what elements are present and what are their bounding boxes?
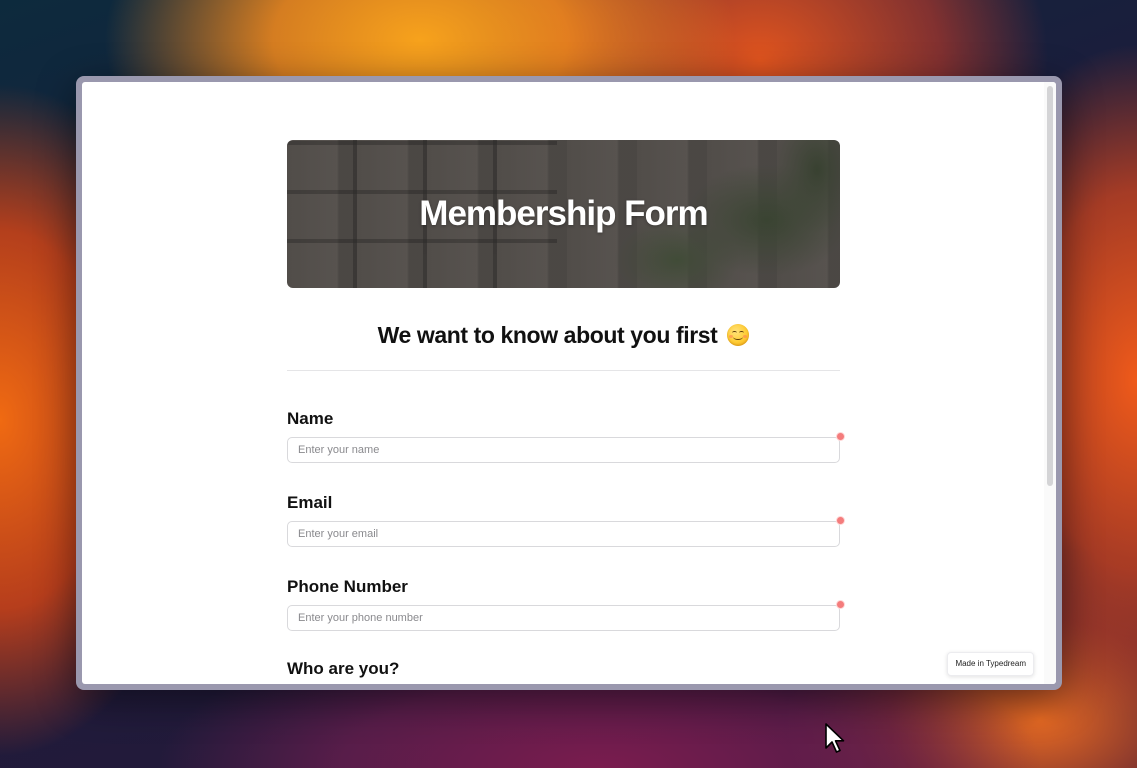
email-input[interactable] [287, 521, 840, 547]
smiling-face-icon [727, 324, 750, 346]
name-field-group: Name [287, 409, 844, 463]
required-indicator-icon [837, 601, 844, 608]
banner-title: Membership Form [419, 194, 708, 233]
who-are-you-label: Who are you? [287, 659, 400, 678]
scrollbar-thumb[interactable] [1047, 86, 1053, 486]
page-viewport: Membership Form We want to know about yo… [82, 82, 1056, 684]
form-container: Membership Form We want to know about yo… [287, 140, 844, 679]
form-subtitle-text: We want to know about you first [377, 322, 718, 348]
name-input[interactable] [287, 437, 840, 463]
banner-image: Membership Form [287, 140, 840, 288]
pointer-arrow-icon [825, 723, 845, 753]
email-label: Email [287, 493, 333, 512]
phone-input[interactable] [287, 605, 840, 631]
form-subtitle: We want to know about you first [287, 320, 840, 350]
section-divider [287, 370, 840, 371]
phone-field-group: Phone Number [287, 577, 844, 631]
required-indicator-icon [837, 517, 844, 524]
made-in-typedream-badge[interactable]: Made in Typedream [947, 652, 1034, 676]
required-indicator-icon [837, 433, 844, 440]
scrollbar[interactable] [1044, 82, 1056, 684]
email-field-group: Email [287, 493, 844, 547]
browser-window: Membership Form We want to know about yo… [76, 76, 1062, 690]
phone-label: Phone Number [287, 577, 408, 596]
name-label: Name [287, 409, 334, 428]
